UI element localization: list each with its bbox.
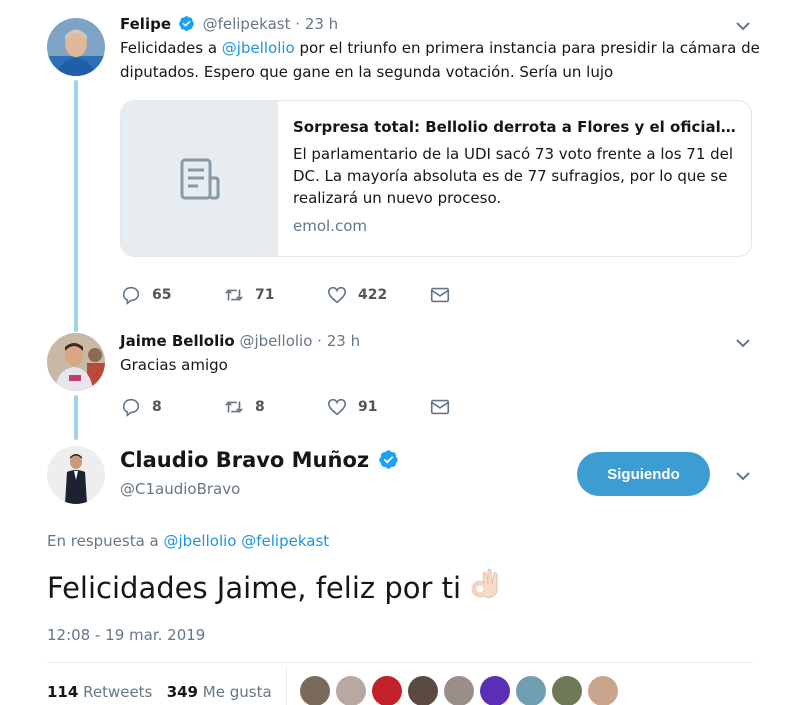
liker-avatar[interactable] <box>372 676 402 705</box>
reply-count: 65 <box>152 287 172 303</box>
reply-button[interactable]: 65 <box>120 284 223 306</box>
divider <box>47 662 753 663</box>
retweet-icon <box>225 289 243 301</box>
liker-avatar[interactable] <box>588 676 618 705</box>
chevron-down-icon[interactable] <box>734 334 752 352</box>
separator-dot: · <box>317 332 322 350</box>
tweet-actions: 8 8 91 <box>120 396 532 418</box>
tweet-actions: 65 71 422 <box>120 284 532 306</box>
ok-hand-emoji <box>471 568 498 599</box>
avatar-claudio[interactable] <box>47 446 105 504</box>
mention-link[interactable]: @felipekast <box>241 532 329 550</box>
retweet-button[interactable]: 8 <box>223 396 326 418</box>
author-handle[interactable]: @felipekast <box>203 15 291 33</box>
like-icon <box>327 286 347 304</box>
stats-separator <box>286 666 287 705</box>
main-tweet-text: Felicidades Jaime, feliz por ti <box>47 566 503 608</box>
tweet-text: Felicidades a @jbellolio por el triunfo … <box>120 36 760 84</box>
author-handle[interactable]: @jbellolio <box>239 332 312 350</box>
like-button[interactable]: 91 <box>326 396 429 418</box>
liker-avatar[interactable] <box>552 676 582 705</box>
chevron-down-icon[interactable] <box>734 467 752 485</box>
author-name[interactable]: Felipe <box>120 15 171 33</box>
retweet-button[interactable]: 71 <box>223 284 326 306</box>
likers-avatars <box>300 676 624 705</box>
reply-count: 8 <box>152 399 162 415</box>
avatar-jaime[interactable] <box>47 333 105 391</box>
retweet-icon <box>225 401 243 413</box>
message-button[interactable] <box>429 396 532 418</box>
tweet-text: Gracias amigo <box>120 356 228 374</box>
liker-avatar[interactable] <box>444 676 474 705</box>
like-count: 422 <box>358 287 388 303</box>
liker-avatar[interactable] <box>516 676 546 705</box>
main-tweet-text-content: Felicidades Jaime, feliz por ti <box>47 571 462 605</box>
tweet-jaime: Jaime Bellolio @jbellolio · 23 h Gracias… <box>120 331 760 377</box>
separator-dot: · <box>295 15 301 33</box>
tweet-header: Jaime Bellolio @jbellolio · 23 h <box>120 331 760 351</box>
tweet-time[interactable]: 23 h <box>305 15 338 33</box>
likes-count: 349 <box>166 683 198 701</box>
tweet-time[interactable]: 23 h <box>327 332 360 350</box>
reply-icon <box>122 286 140 305</box>
avatar-felipe[interactable] <box>47 18 105 76</box>
thread-line <box>74 80 78 332</box>
retweet-count: 71 <box>255 287 275 303</box>
likes-stat[interactable]: 349 Me gusta <box>167 683 272 701</box>
reply-prefix: En respuesta a <box>47 532 164 550</box>
following-button[interactable]: Siguiendo <box>577 452 710 496</box>
author-name[interactable]: Claudio Bravo Muñoz <box>120 448 369 472</box>
thread-line <box>74 395 78 440</box>
tweet-felipe: Felipe @felipekast · 23 h Felicidades a … <box>120 14 760 84</box>
card-title: Sorpresa total: Bellolio derrota a Flore… <box>293 118 737 136</box>
like-button[interactable]: 422 <box>326 284 429 306</box>
article-icon <box>180 158 219 199</box>
message-icon <box>430 287 450 303</box>
retweets-stat[interactable]: 114 Retweets <box>47 683 152 701</box>
tweet-timestamp[interactable]: 12:08 - 19 mar. 2019 <box>47 626 205 644</box>
tweet-text-part: Felicidades a <box>120 39 222 57</box>
reply-button[interactable]: 8 <box>120 396 223 418</box>
reply-icon <box>122 398 140 417</box>
author-name[interactable]: Jaime Bellolio <box>120 332 235 350</box>
message-button[interactable] <box>429 284 532 306</box>
retweets-count: 114 <box>47 683 79 701</box>
mention-link[interactable]: @jbellolio <box>222 39 295 57</box>
verified-icon <box>379 450 399 469</box>
mention-link[interactable]: @jbellolio <box>164 532 237 550</box>
verified-icon <box>178 16 194 31</box>
chevron-down-icon[interactable] <box>734 17 752 35</box>
card-body: Sorpresa total: Bellolio derrota a Flore… <box>293 117 737 235</box>
retweets-label: Retweets <box>83 683 153 701</box>
like-icon <box>327 398 347 416</box>
card-description: El parlamentario de la UDI sacó 73 voto … <box>293 145 734 207</box>
tweet-stats: 114 Retweets 349 Me gusta <box>47 683 272 701</box>
liker-avatar[interactable] <box>300 676 330 705</box>
liker-avatar[interactable] <box>480 676 510 705</box>
message-icon <box>430 399 450 415</box>
card-thumbnail <box>121 101 278 256</box>
liker-avatar[interactable] <box>408 676 438 705</box>
link-card[interactable]: Sorpresa total: Bellolio derrota a Flore… <box>120 100 752 257</box>
likes-label: Me gusta <box>202 683 272 701</box>
tweet-header: Felipe @felipekast · 23 h <box>120 14 760 34</box>
liker-avatar[interactable] <box>336 676 366 705</box>
card-domain: emol.com <box>293 217 367 235</box>
like-count: 91 <box>358 399 378 415</box>
retweet-count: 8 <box>255 399 265 415</box>
reply-context: En respuesta a @jbellolio @felipekast <box>47 532 329 550</box>
